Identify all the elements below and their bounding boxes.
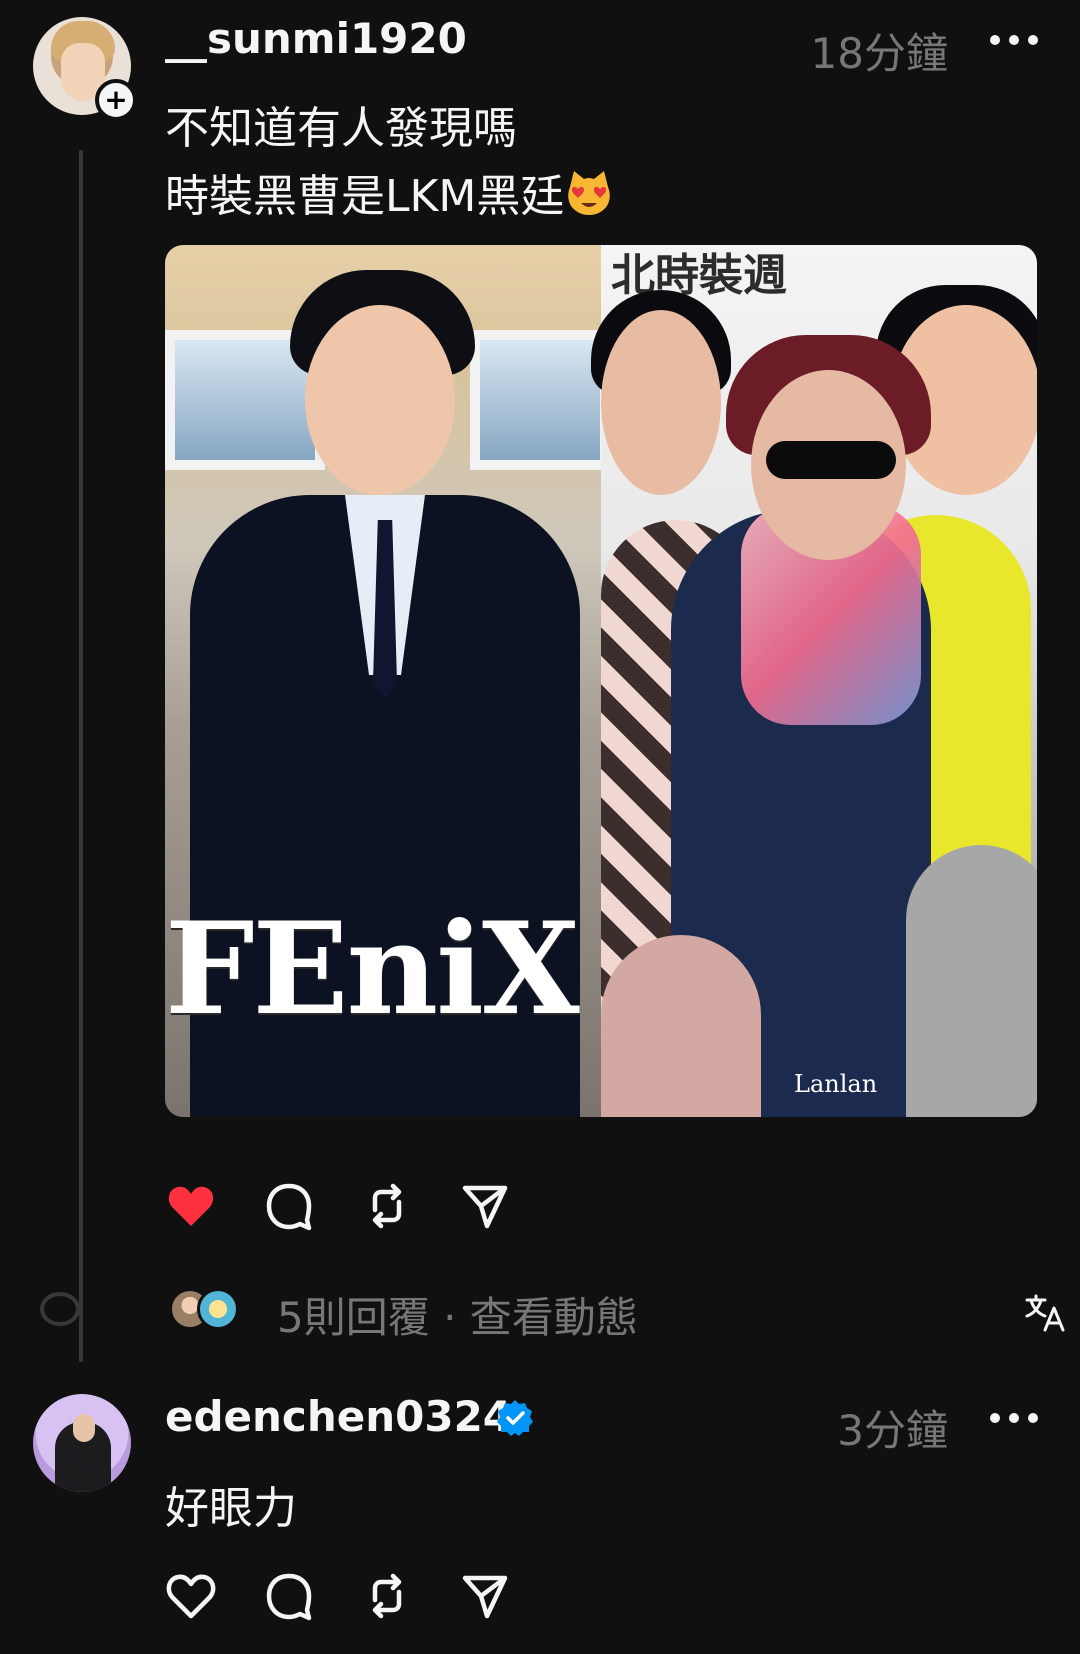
photo-logo-text: FEniX xyxy=(165,895,580,1043)
photo-credit-watermark: Lanlan xyxy=(794,1070,878,1098)
thread-post-main: + __sunmi1920 18分鐘 不知道有人發現嗎 時裝黑曹是LKM黑廷 F… xyxy=(0,0,1080,1370)
thread-curl-icon xyxy=(40,1292,80,1326)
thread-connector-line xyxy=(79,150,83,1362)
comment-icon[interactable] xyxy=(263,1570,315,1622)
replies-count-link[interactable]: 5則回覆 · 查看動態 xyxy=(277,1284,638,1345)
reply-actions xyxy=(165,1570,525,1622)
post-caption-line-1: 不知道有人發現嗎 xyxy=(165,103,517,154)
post-caption-text: 時裝黑曹是LKM黑廷 xyxy=(165,171,565,222)
heart-icon[interactable] xyxy=(165,1180,217,1232)
avatar-face xyxy=(73,1414,95,1442)
author-username[interactable]: __sunmi1920 xyxy=(165,14,467,63)
media-right-photo: 北時裝週 Lanlan xyxy=(591,245,1037,1117)
reply-author-username[interactable]: edenchen0324 xyxy=(165,1392,512,1441)
background-window xyxy=(470,330,610,470)
media-left-photo: FEniX xyxy=(165,245,610,1117)
reply-timestamp: 3分鐘 xyxy=(837,1406,948,1455)
share-icon[interactable] xyxy=(459,1570,511,1622)
more-icon[interactable] xyxy=(990,30,1038,50)
post-image[interactable]: FEniX 北時裝週 Lanlan xyxy=(165,245,1037,1117)
smiling-cat-heart-eyes-icon xyxy=(568,171,611,215)
reply-avatars xyxy=(169,1288,243,1334)
sunglasses xyxy=(766,441,896,479)
more-icon[interactable] xyxy=(990,1408,1038,1428)
post-timestamp: 18分鐘 xyxy=(810,29,948,78)
comment-icon[interactable] xyxy=(263,1180,315,1232)
reply-author-avatar[interactable] xyxy=(33,1394,131,1492)
replies-summary-row[interactable]: 5則回覆 · 查看動態 xyxy=(165,1288,1065,1348)
post-actions xyxy=(165,1180,525,1232)
person-face xyxy=(601,310,721,495)
share-icon[interactable] xyxy=(459,1180,511,1232)
verified-icon xyxy=(497,1400,533,1436)
repost-icon[interactable] xyxy=(361,1570,413,1622)
person-face xyxy=(305,305,455,495)
heart-icon[interactable] xyxy=(165,1570,217,1622)
crowd-head xyxy=(906,845,1037,1117)
follow-plus-icon[interactable]: + xyxy=(95,79,137,121)
crowd-head xyxy=(601,935,761,1117)
translate-icon[interactable] xyxy=(1025,1292,1065,1332)
avatar xyxy=(197,1288,239,1330)
repost-icon[interactable] xyxy=(361,1180,413,1232)
post-caption-line-2: 時裝黑曹是LKM黑廷 xyxy=(165,160,614,224)
reply-caption: 好眼力 xyxy=(165,1483,297,1534)
